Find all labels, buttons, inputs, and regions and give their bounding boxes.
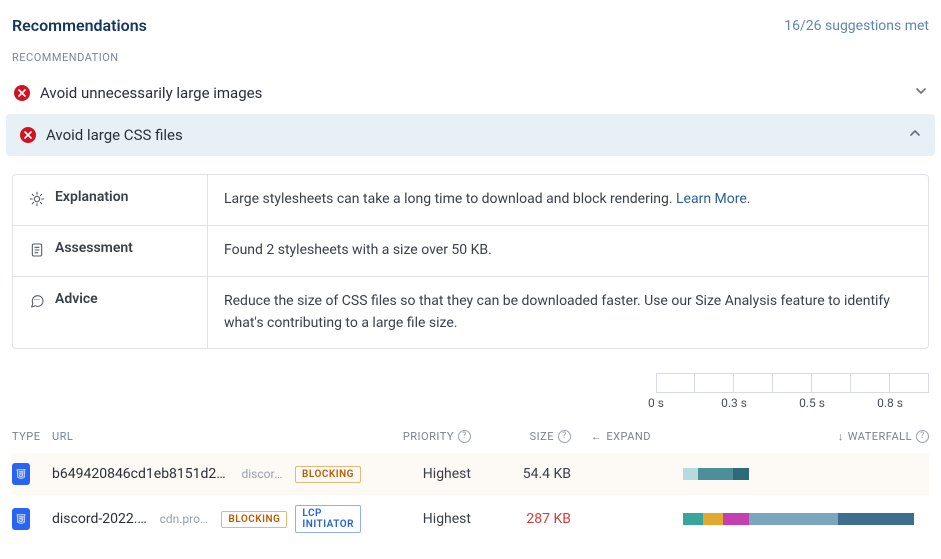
file-name: b649420846cd1eb8151d2d1065f565a05…	[52, 466, 233, 482]
detail-key-label: Explanation	[55, 189, 128, 205]
col-header-expand[interactable]: ← EXPAND	[571, 430, 651, 443]
recommendation-label: Avoid large CSS files	[46, 126, 183, 144]
arrow-down-icon: ↓	[838, 430, 844, 443]
waterfall-bar	[675, 510, 929, 528]
col-header-url: URL	[52, 430, 361, 443]
col-header-priority[interactable]: PRIORITY ?	[361, 430, 471, 443]
arrow-left-icon: ←	[591, 430, 603, 443]
waterfall-ticks	[12, 373, 929, 393]
recommendation-label: Avoid unnecessarily large images	[40, 84, 262, 102]
learn-more-link[interactable]: Learn More	[676, 191, 747, 207]
help-icon: ?	[916, 430, 929, 443]
detail-key-label: Advice	[55, 291, 98, 307]
suggestions-count: 16/26 suggestions met	[784, 18, 929, 34]
detail-value: Reduce the size of CSS files so that the…	[208, 277, 928, 348]
recommendation-row-expanded[interactable]: Avoid large CSS files	[6, 114, 935, 156]
files-table-header: TYPE URL PRIORITY ? SIZE ? ← EXPAND ↓ WA…	[12, 410, 929, 453]
file-priority: Highest	[361, 511, 471, 527]
css-file-icon	[12, 463, 30, 485]
detail-value: Large stylesheets can take a long time t…	[208, 175, 928, 225]
file-size: 287 KB	[471, 511, 571, 527]
lcp-initiator-badge: LCP INITIATOR	[295, 505, 361, 533]
css-file-icon	[12, 508, 30, 530]
file-priority: Highest	[361, 466, 471, 482]
help-icon: ?	[558, 430, 571, 443]
file-domain: cdn.prod.websi…	[160, 512, 214, 526]
chat-icon	[29, 293, 45, 313]
file-name: discord-2022.24**.min.css	[52, 511, 152, 527]
detail-value: Found 2 stylesheets with a size over 50 …	[208, 226, 928, 276]
detail-row-advice: Advice Reduce the size of CSS files so t…	[13, 277, 928, 348]
recommendation-row[interactable]: Avoid unnecessarily large images	[0, 72, 941, 114]
lightbulb-icon	[29, 191, 45, 211]
col-header-size[interactable]: SIZE ?	[471, 430, 571, 443]
file-size: 54.4 KB	[471, 466, 571, 482]
detail-row-explanation: Explanation Large stylesheets can take a…	[13, 175, 928, 226]
detail-table: Explanation Large stylesheets can take a…	[12, 174, 929, 349]
detail-key-label: Assessment	[55, 240, 133, 256]
waterfall-bar	[675, 465, 929, 483]
col-header-waterfall[interactable]: ↓ WATERFALL ?	[651, 430, 929, 443]
help-icon: ?	[458, 430, 471, 443]
file-row[interactable]: discord-2022.24**.min.css cdn.prod.websi…	[12, 495, 929, 543]
col-header-type: TYPE	[12, 430, 52, 443]
page-title: Recommendations	[12, 16, 147, 35]
chevron-down-icon	[915, 85, 927, 101]
file-row[interactable]: b649420846cd1eb8151d2d1065f565a05… disco…	[12, 453, 929, 495]
detail-row-assessment: Assessment Found 2 stylesheets with a si…	[13, 226, 928, 277]
clipboard-icon	[29, 242, 45, 262]
blocking-badge: BLOCKING	[295, 466, 361, 483]
fail-icon	[20, 127, 36, 143]
blocking-badge: BLOCKING	[221, 511, 287, 528]
waterfall-tick-labels: 0 s0.3 s0.5 s0.8 s	[12, 396, 929, 410]
column-header-recommendation: RECOMMENDATION	[0, 39, 941, 72]
file-domain: discord.com	[241, 467, 287, 481]
fail-icon	[14, 85, 30, 101]
chevron-up-icon	[909, 127, 921, 143]
